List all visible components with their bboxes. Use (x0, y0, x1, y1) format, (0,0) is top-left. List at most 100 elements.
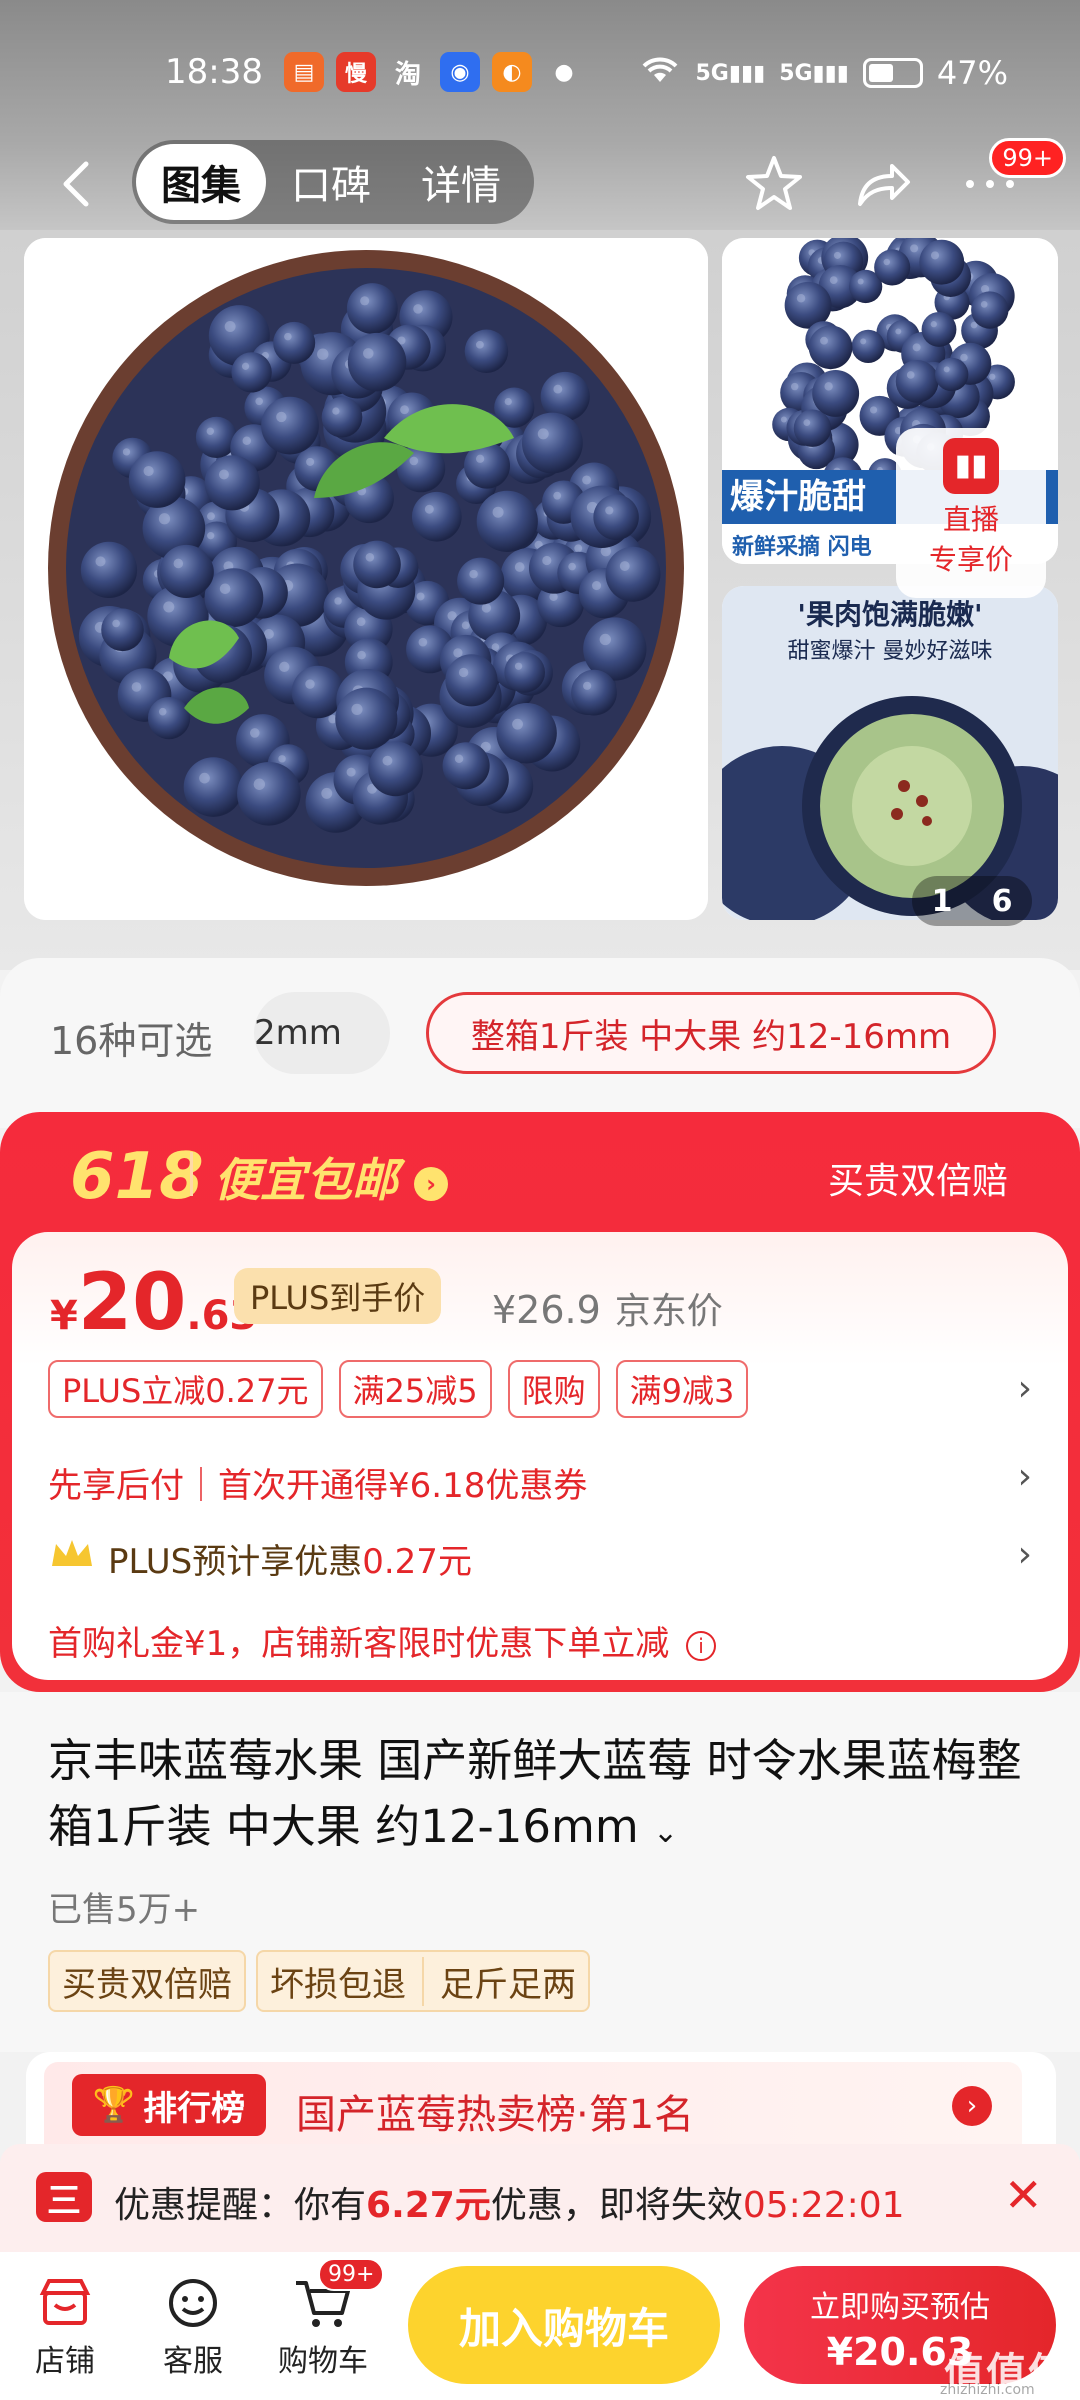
ranking-text[interactable]: 国产蓝莓热卖榜·第1名 (296, 2082, 694, 2140)
coupon-tag[interactable]: 满9减3 (615, 1360, 749, 1418)
blueberry-highlight (492, 506, 504, 518)
blueberry-bowl-image (24, 238, 708, 920)
blueberry-highlight (332, 407, 340, 415)
chevron-right-icon[interactable]: › (1018, 1456, 1032, 1497)
status-bar: 18:38 ▤ 慢 淘 ◉ ◐ ● 5G▮▮▮ 5G▮▮▮ 47% (0, 40, 1080, 104)
promo-label[interactable]: 便宜包邮 › (214, 1144, 449, 1210)
service-tag[interactable]: 坏损包退 足斤足两 (256, 1950, 590, 2012)
blueberry-highlight (279, 661, 290, 673)
service-tags[interactable]: 买贵双倍赔 坏损包退 足斤足两 (48, 1950, 590, 2012)
blueberry-highlight (242, 436, 252, 446)
live-label: 直播 (942, 503, 999, 536)
blueberry-highlight (833, 251, 842, 259)
battery-icon (862, 58, 923, 88)
blueberry (919, 239, 965, 285)
blueberry-highlight (253, 778, 266, 790)
blueberry-highlight (780, 416, 787, 423)
store-button[interactable]: 店铺 (10, 2270, 120, 2380)
variant-selected-label: 整箱1斤装 中大果 约12-16mm (470, 1016, 952, 1057)
plus-estimate-label: PLUS预计享优惠 (108, 1542, 363, 1582)
service-tag[interactable]: 买贵双倍赔 (48, 1950, 246, 2012)
blueberry-highlight (255, 397, 263, 406)
product-title[interactable]: 京丰味蓝莓水果 国产新鲜大蓝莓 时令水果蓝梅整箱1斤装 中大果 约12-16mm… (48, 1728, 1048, 1866)
reminder-icon: 三 (36, 2172, 92, 2222)
blueberry (261, 396, 319, 455)
coupon-tag[interactable]: 限购 (507, 1360, 600, 1418)
blueberry-highlight (122, 448, 131, 456)
blueberry (921, 311, 957, 347)
blueberry-highlight (469, 569, 478, 579)
blueberry (147, 696, 191, 740)
signal-icon: 5G▮▮▮ (779, 60, 849, 86)
page-total: 6 (991, 883, 1013, 919)
blueberry-highlight (131, 682, 142, 692)
blueberry-highlight (382, 755, 393, 766)
variant-option-selected[interactable]: 整箱1斤装 中大果 约12-16mm (426, 992, 996, 1074)
tab-gallery[interactable]: 图集 (136, 144, 266, 220)
variant-selector: 16种可选 2mm 整箱1斤装 中大果 约12-16mm (0, 958, 1080, 1128)
live-price-card[interactable]: ▮▮ 直播 专享价 (896, 428, 1046, 598)
blueberry-highlight (605, 506, 614, 515)
chevron-right-icon[interactable]: › (1018, 1534, 1032, 1575)
coupon-tag[interactable]: 满25减5 (338, 1360, 492, 1418)
blueberry (368, 741, 423, 797)
coupon-list[interactable]: PLUS立减0.27元 满25减5 限购 满9减3 (48, 1360, 749, 1418)
variant-count[interactable]: 16种可选 (50, 1010, 212, 1065)
blueberry-highlight (163, 601, 175, 613)
blueberry-highlight (365, 553, 375, 562)
blueberry-highlight (219, 583, 231, 595)
blueberry-highlight (305, 679, 315, 689)
variant-option[interactable]: 2mm (254, 992, 390, 1074)
close-icon[interactable]: ✕ (1004, 2168, 1043, 2222)
price-guarantee[interactable]: 买贵双倍赔 (828, 1152, 1008, 1204)
blueberry-highlight (592, 581, 602, 591)
blueberry-highlight (930, 321, 937, 328)
blueberry-highlight (599, 633, 612, 646)
price-details: ¥20.63 PLUS到手价 ¥26.9 京东价 PLUS立减0.27元 满25减… (12, 1232, 1068, 1680)
plus-estimate-row[interactable]: PLUS预计享优惠 0.27元 (48, 1534, 472, 1583)
share-icon[interactable] (850, 152, 914, 216)
original-price: ¥26.9 京东价 (492, 1288, 723, 1332)
back-icon[interactable] (50, 156, 106, 212)
customer-service-button[interactable]: 客服 (138, 2270, 248, 2380)
blueberry-highlight (549, 592, 558, 601)
blueberry-highlight (207, 532, 215, 540)
blueberry (464, 329, 509, 374)
blueberry-highlight (512, 718, 524, 730)
blueberry (476, 490, 538, 552)
blueberry-highlight (363, 348, 374, 359)
pay-later-row[interactable]: 先享后付｜首次开通得¥6.18优惠券 (48, 1458, 587, 1507)
status-app-icons: ▤ 慢 淘 ◉ ◐ ● (284, 52, 584, 92)
blueberry-highlight (351, 703, 363, 715)
side-image-2[interactable]: '果肉饱满脆嫩' 甜蜜爆汁 曼妙好滋味 (722, 586, 1058, 920)
main-product-image[interactable] (24, 238, 708, 920)
blueberry (346, 283, 398, 334)
blueberry-highlight (454, 754, 464, 763)
gallery-tabs: 图集 口碑 详情 (132, 140, 534, 224)
blueberry-highlight (574, 544, 583, 553)
blueberry (605, 546, 661, 602)
blueberry-highlight (158, 513, 171, 525)
chevron-down-icon[interactable]: ⌄ (653, 1815, 678, 1850)
blueberry-highlight (306, 457, 315, 466)
blueberry-highlight (553, 384, 563, 394)
blueberry-highlight (173, 558, 184, 569)
info-icon[interactable]: i (686, 1630, 717, 1661)
blueberry (204, 568, 264, 627)
more-badge: 99+ (989, 138, 1066, 178)
plus-price-label: PLUS到手价 (234, 1268, 442, 1324)
blueberry (445, 654, 498, 707)
tab-details[interactable]: 详情 (396, 144, 526, 220)
tab-reviews[interactable]: 口碑 (266, 144, 396, 220)
blueberry-highlight (346, 767, 356, 777)
blueberry-highlight (424, 504, 434, 514)
add-to-cart-button[interactable]: 加入购物车 (408, 2266, 720, 2384)
blueberry-highlight (400, 405, 409, 415)
blueberry-highlight (143, 465, 154, 477)
favorite-star-icon[interactable] (742, 152, 806, 216)
first-buy-row[interactable]: 首购礼金¥1，店铺新客限时优惠下单立减 i (48, 1616, 717, 1665)
chevron-right-icon[interactable]: › (1018, 1368, 1032, 1409)
blueberry (593, 494, 639, 541)
coupon-tag[interactable]: PLUS立减0.27元 (48, 1360, 323, 1418)
chevron-right-icon[interactable]: › (952, 2086, 992, 2126)
